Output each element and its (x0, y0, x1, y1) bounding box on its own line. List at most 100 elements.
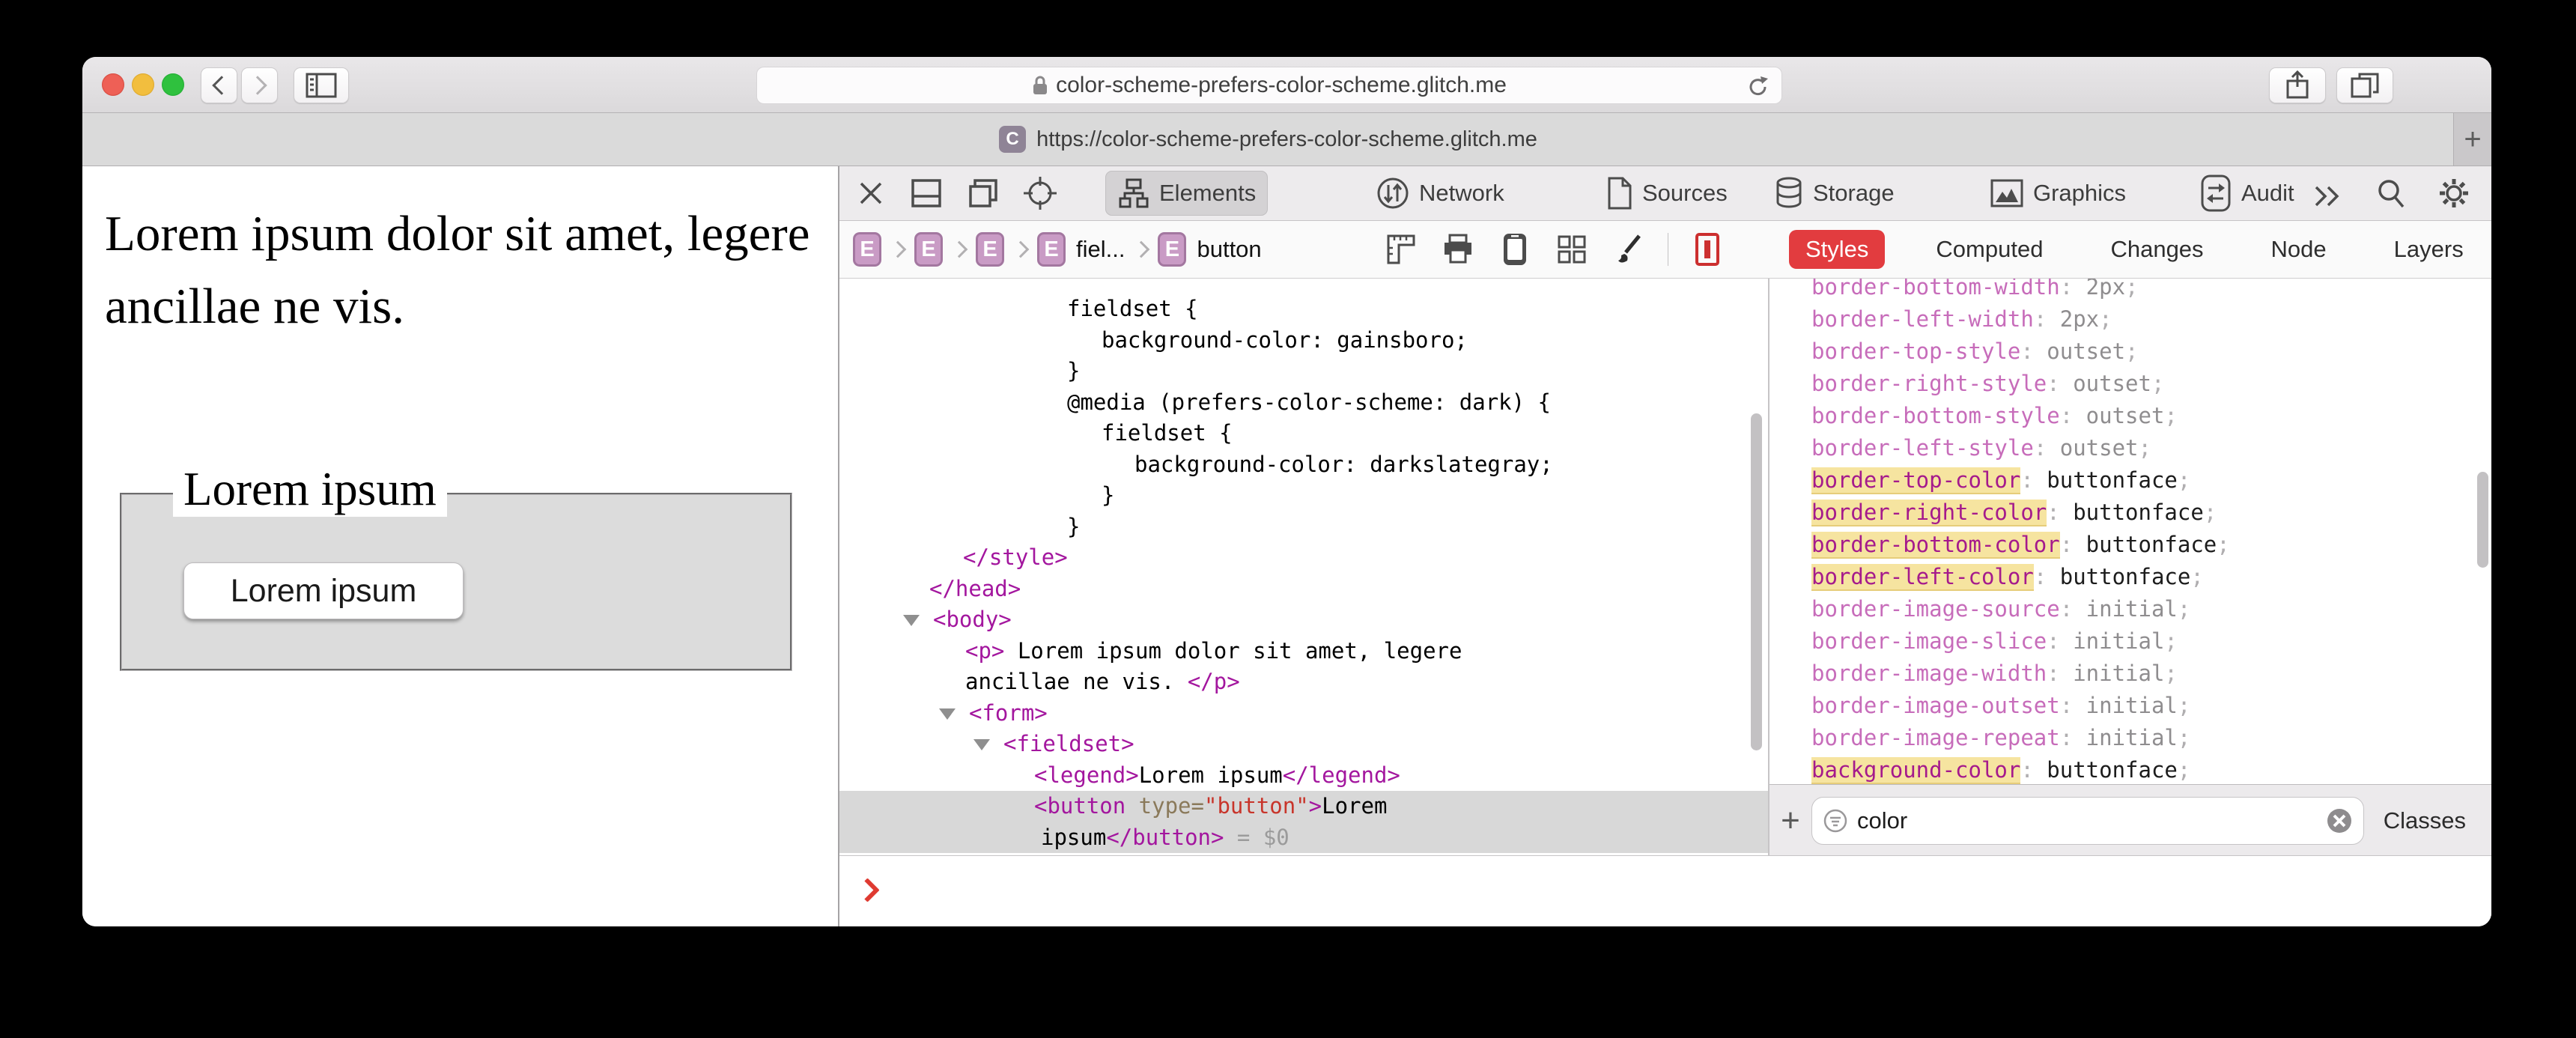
code-segment: fieldset { (1102, 420, 1233, 446)
storage-icon (1774, 176, 1804, 210)
more-tabs-button[interactable] (2309, 178, 2345, 214)
css-property-row[interactable]: border-image-width: initial; (1811, 658, 2491, 690)
disclosure-triangle-icon[interactable] (973, 739, 990, 750)
element-picker-button[interactable] (1022, 175, 1058, 211)
double-chevron-icon (2315, 186, 2339, 207)
dom-node-line[interactable]: } (839, 356, 1768, 387)
code-segment: ipsum (1041, 824, 1107, 850)
share-button[interactable] (2269, 67, 2326, 103)
dom-node-line[interactable]: background-color: darkslategray; (839, 449, 1768, 481)
print-styles-button[interactable] (1440, 231, 1476, 267)
force-appearance-button[interactable] (1689, 231, 1725, 267)
styles-tab-changes[interactable]: Changes (2094, 230, 2220, 269)
tab-overview-button[interactable] (2336, 67, 2393, 103)
dom-panel-scrollbar[interactable] (1751, 413, 1762, 750)
dom-node-line[interactable]: </head> (839, 574, 1768, 605)
dom-node-line[interactable]: <legend>Lorem ipsum</legend> (839, 760, 1768, 792)
breadcrumb-separator-icon (1012, 240, 1030, 258)
code-segment: <body> (933, 607, 1012, 632)
dom-node-line[interactable]: background-color: gainsboro; (839, 325, 1768, 356)
dom-node-selected[interactable]: <button type="button">Lorem (839, 791, 1768, 822)
inspector-tab-storage[interactable]: Storage (1762, 171, 1907, 216)
css-property-name: border-top-style (1811, 339, 2021, 364)
styles-panel-scrollbar[interactable] (2477, 472, 2488, 568)
css-property-row[interactable]: border-image-repeat: initial; (1811, 722, 2491, 754)
styles-tab-styles[interactable]: Styles (1789, 230, 1886, 269)
disclosure-triangle-icon[interactable] (939, 708, 956, 720)
ruler-button[interactable] (1383, 231, 1419, 267)
element-badge[interactable]: E (853, 232, 881, 267)
css-property-row[interactable]: border-bottom-style: outset; (1811, 400, 2491, 432)
dock-side-button[interactable] (965, 175, 1001, 211)
dom-node-line[interactable]: fieldset { (839, 294, 1768, 325)
paint-flashing-button[interactable] (1611, 231, 1647, 267)
zoom-window-button[interactable] (162, 73, 184, 96)
back-button[interactable] (201, 67, 237, 103)
inspector-tab-audit[interactable]: Audit (2187, 171, 2306, 216)
dom-node-line[interactable]: </style> (839, 542, 1768, 574)
css-property-name: border-bottom-width (1811, 279, 2060, 300)
element-badge[interactable]: E (914, 232, 943, 267)
css-property-row[interactable]: border-bottom-color: buttonface; (1811, 529, 2491, 561)
page-button[interactable]: Lorem ipsum (183, 562, 464, 619)
forward-button[interactable] (241, 67, 278, 103)
dom-node-selected[interactable]: ipsum</button> = $0 (839, 822, 1768, 853)
grid-overlay-button[interactable] (1554, 231, 1590, 267)
gear-icon (2440, 179, 2468, 207)
dom-node-line[interactable]: <p> Lorem ipsum dolor sit amet, legere (839, 636, 1768, 667)
dom-node-line[interactable]: } (839, 480, 1768, 512)
dom-toolbar-icons (1383, 231, 1746, 267)
dom-node-line[interactable]: } (839, 512, 1768, 543)
element-badge[interactable]: E (976, 232, 1004, 267)
sidebar-toggle-button[interactable] (294, 67, 349, 103)
css-property-row[interactable]: border-bottom-width: 2px; (1811, 279, 2491, 303)
element-badge[interactable]: E (1037, 232, 1066, 267)
quick-console[interactable] (839, 855, 2491, 926)
css-property-row[interactable]: border-image-outset: initial; (1811, 690, 2491, 722)
css-property-row[interactable]: border-right-color: buttonface; (1811, 497, 2491, 529)
url-bar[interactable]: color-scheme-prefers-color-scheme.glitch… (756, 67, 1782, 104)
inspector-tab-sources[interactable]: Sources (1594, 171, 1740, 216)
classes-button[interactable]: Classes (2384, 807, 2466, 834)
inspector-tab-graphics[interactable]: Graphics (1978, 171, 2138, 216)
reload-icon[interactable] (1747, 74, 1770, 100)
dock-bottom-button[interactable] (908, 175, 944, 211)
minimize-window-button[interactable] (132, 73, 154, 96)
dom-node-line[interactable]: fieldset { (839, 418, 1768, 449)
clear-filter-icon[interactable] (2326, 807, 2353, 834)
styles-tab-node[interactable]: Node (2255, 230, 2343, 269)
css-property-row[interactable]: border-left-style: outset; (1811, 432, 2491, 464)
styles-tab-computed[interactable]: Computed (1919, 230, 2059, 269)
dom-node-line[interactable]: @media (prefers-color-scheme: dark) { (839, 387, 1768, 419)
css-property-row[interactable]: border-left-width: 2px; (1811, 303, 2491, 336)
search-button[interactable] (2373, 175, 2409, 211)
styles-tab-layers[interactable]: Layers (2378, 230, 2480, 269)
dom-node-line[interactable]: ancillae ne vis. </p> (839, 667, 1768, 698)
css-property-row[interactable]: border-top-style: outset; (1811, 336, 2491, 368)
active-tab[interactable]: C https://color-scheme-prefers-color-sch… (82, 113, 2454, 166)
css-property-row[interactable]: border-top-color: buttonface; (1811, 464, 2491, 497)
breadcrumb-label[interactable]: button (1197, 236, 1261, 263)
css-property-value: outset (2047, 339, 2126, 364)
inspector-tab-elements[interactable]: Elements (1105, 171, 1269, 216)
css-property-row[interactable]: border-right-style: outset; (1811, 368, 2491, 400)
css-property-value: initial (2086, 725, 2178, 750)
dom-node-line[interactable]: <form> (839, 698, 1768, 729)
new-tab-button[interactable]: + (2453, 113, 2491, 166)
device-settings-button[interactable] (1497, 231, 1533, 267)
css-property-row[interactable]: border-image-source: initial; (1811, 593, 2491, 625)
breadcrumb-label[interactable]: fiel... (1076, 236, 1125, 263)
inspector-tab-network[interactable]: Network (1364, 171, 1516, 216)
dom-node-line[interactable]: <body> (839, 604, 1768, 636)
settings-button[interactable] (2436, 175, 2472, 211)
css-property-row[interactable]: border-left-color: buttonface; (1811, 561, 2491, 593)
dom-node-line[interactable]: <fieldset> (839, 729, 1768, 760)
css-property-row[interactable]: background-color: buttonface; (1811, 754, 2491, 786)
css-property-row[interactable]: border-image-slice: initial; (1811, 625, 2491, 658)
disclosure-triangle-icon[interactable] (903, 615, 920, 626)
element-badge[interactable]: E (1158, 232, 1187, 267)
new-rule-button[interactable]: + (1770, 802, 1811, 840)
styles-filter-input[interactable]: color (1811, 796, 2364, 845)
close-inspector-button[interactable] (853, 175, 889, 211)
close-window-button[interactable] (102, 73, 124, 96)
